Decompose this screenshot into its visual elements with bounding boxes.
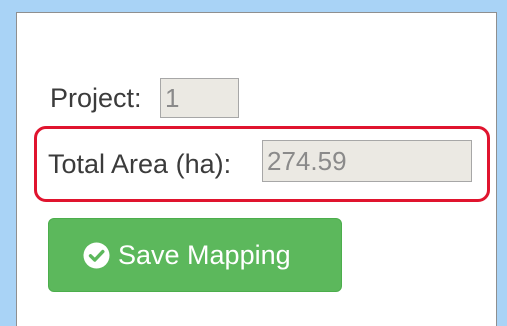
check-circle-icon — [83, 242, 110, 269]
project-label: Project: — [50, 83, 142, 113]
total-area-field[interactable] — [262, 140, 472, 182]
save-mapping-button[interactable]: Save Mapping — [48, 218, 342, 292]
save-mapping-label: Save Mapping — [118, 240, 291, 270]
project-field[interactable] — [160, 78, 239, 118]
total-area-label: Total Area (ha): — [48, 149, 232, 179]
